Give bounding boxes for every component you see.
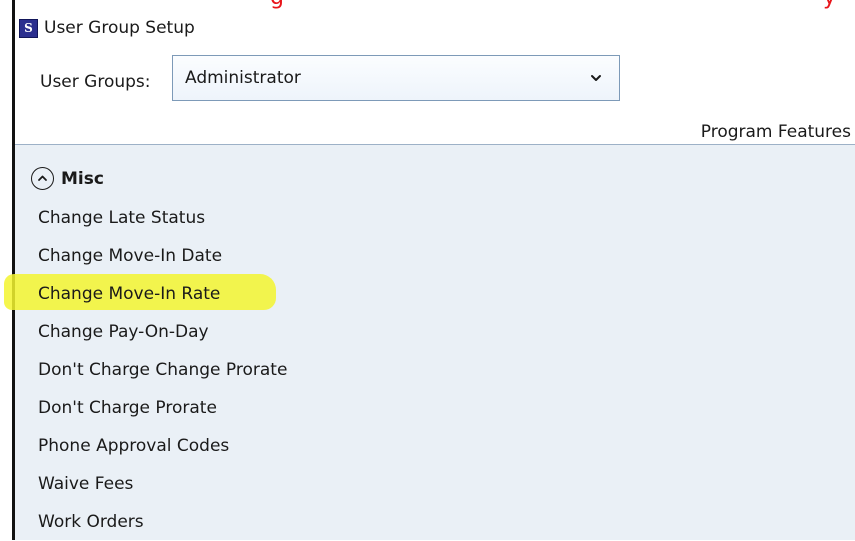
program-features-panel: Misc Change Late Status Change Move-In D… <box>4 144 855 541</box>
banner-text-left: g <box>270 0 284 9</box>
feature-list: Change Late Status Change Move-In Date C… <box>38 199 287 541</box>
chevron-up-circle-icon[interactable] <box>31 167 54 190</box>
chevron-up-icon <box>38 175 47 181</box>
banner-text-right: y <box>823 0 836 9</box>
chevron-down-icon <box>591 75 601 81</box>
group-title: Misc <box>61 168 104 189</box>
feature-item-change-pay-on-day[interactable]: Change Pay-On-Day <box>38 313 287 351</box>
feature-item-dont-charge-change-prorate[interactable]: Don't Charge Change Prorate <box>38 351 287 389</box>
program-features-header: Program Features <box>700 122 851 142</box>
user-groups-selected-value: Administrator <box>185 68 301 88</box>
feature-item-phone-approval-codes[interactable]: Phone Approval Codes <box>38 427 287 465</box>
window-title: User Group Setup <box>44 18 195 38</box>
feature-item-work-orders[interactable]: Work Orders <box>38 503 287 541</box>
feature-item-dont-charge-prorate[interactable]: Don't Charge Prorate <box>38 389 287 427</box>
feature-item-change-move-in-date[interactable]: Change Move-In Date <box>38 237 287 275</box>
group-header-misc[interactable]: Misc <box>31 167 104 190</box>
cropped-annotation-banner: g y <box>15 0 855 10</box>
app-logo-letter: S <box>24 21 33 35</box>
feature-item-change-move-in-rate[interactable]: Change Move-In Rate <box>38 275 287 313</box>
feature-item-waive-fees[interactable]: Waive Fees <box>38 465 287 503</box>
app-logo-icon: S <box>19 18 38 38</box>
user-groups-label: User Groups: <box>40 72 151 92</box>
feature-item-change-late-status[interactable]: Change Late Status <box>38 199 287 237</box>
window-titlebar: S User Group Setup <box>15 14 195 42</box>
user-groups-dropdown[interactable]: Administrator <box>172 55 620 101</box>
